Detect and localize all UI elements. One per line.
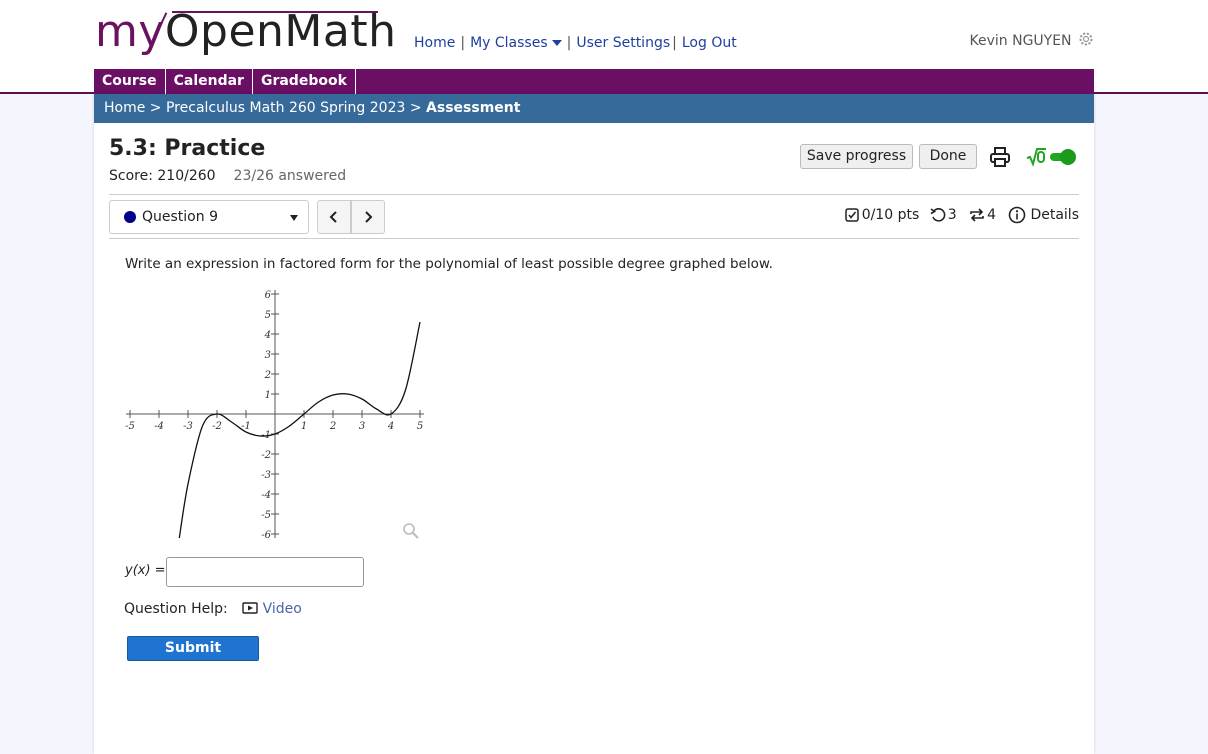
- y-tick-label: 2: [264, 370, 271, 381]
- x-tick-label: 4: [387, 421, 394, 432]
- site-logo[interactable]: myOpenMath: [95, 8, 397, 56]
- nav-separator: |: [460, 35, 466, 51]
- zoom-icon[interactable]: [403, 523, 419, 539]
- x-tick-label: -5: [125, 421, 135, 432]
- math-display-toggle[interactable]: [1026, 146, 1078, 172]
- score-text: Score: 210/260: [109, 168, 216, 184]
- chevron-right-icon: [365, 210, 373, 223]
- page-title: 5.3: Practice: [109, 136, 266, 161]
- breadcrumb-course[interactable]: Precalculus Math 260 Spring 2023: [166, 100, 405, 116]
- video-label: Video: [262, 601, 302, 617]
- x-tick-label: 2: [329, 421, 336, 432]
- answered-count: 23/26 answered: [233, 168, 347, 184]
- course-tabs: Course Calendar Gradebook: [94, 69, 1094, 94]
- top-navigation: Home | My Classes | User Settings | Log Out: [414, 35, 737, 51]
- save-progress-button[interactable]: Save progress: [800, 144, 913, 169]
- y-tick-label: -4: [261, 490, 271, 501]
- breadcrumb-home[interactable]: Home: [104, 100, 145, 116]
- y-tick-label: 1: [265, 390, 271, 401]
- polynomial-graph: -5 -4 -3 -2 -1 1 2 3 4 5 -6 -5 -4 -3 -2 -1 1 2 3 4 5 6: [120, 284, 430, 548]
- nav-my-classes-link[interactable]: My Classes: [470, 35, 562, 51]
- question-help-label: Question Help:: [124, 601, 228, 617]
- y-tick-label: -6: [261, 530, 271, 541]
- nav-user-settings-link[interactable]: User Settings: [576, 35, 670, 51]
- divider: [109, 194, 1079, 195]
- points-text: 0/10 pts: [861, 207, 920, 223]
- regens-count: 4: [987, 207, 996, 223]
- logo-openmath: OpenMath: [164, 6, 397, 57]
- previous-question-button[interactable]: [317, 200, 351, 234]
- answer-input[interactable]: [166, 557, 364, 587]
- video-icon: [242, 602, 258, 614]
- user-name: Kevin NGUYEN: [969, 33, 1072, 49]
- chevron-down-icon: [551, 40, 562, 46]
- x-tick-label: -2: [212, 421, 222, 432]
- retries-count: 3: [947, 207, 957, 223]
- done-button[interactable]: Done: [919, 144, 977, 169]
- nav-my-classes-label: My Classes: [470, 35, 548, 51]
- question-help: Question Help: Video: [124, 601, 302, 617]
- question-metrics: 0/10 pts 3 4 Details: [844, 206, 1079, 224]
- x-tick-label: 5: [417, 421, 423, 432]
- tab-course[interactable]: Course: [94, 69, 166, 94]
- details-label: Details: [1030, 207, 1079, 223]
- y-tick-label: 6: [265, 290, 272, 301]
- answer-label: y(x) =: [125, 563, 166, 578]
- question-text: Write an expression in factored form for…: [125, 256, 773, 272]
- y-tick-label: -3: [261, 470, 271, 481]
- question-selector-label: Question 9: [142, 209, 218, 225]
- tab-gradebook[interactable]: Gradebook: [253, 69, 356, 94]
- y-tick-label: -5: [261, 510, 271, 521]
- details-button[interactable]: Details: [1008, 206, 1079, 224]
- chevron-left-icon: [329, 210, 337, 223]
- logo-overline: [172, 11, 378, 13]
- nav-log-out-link[interactable]: Log Out: [682, 35, 737, 51]
- regen-icon: [970, 208, 984, 222]
- logo-my: my: [95, 6, 165, 57]
- chevron-down-icon: [290, 215, 298, 221]
- breadcrumb: Home > Precalculus Math 260 Spring 2023 …: [94, 94, 1094, 123]
- info-icon: [1009, 206, 1026, 224]
- question-selector[interactable]: Question 9: [109, 200, 309, 234]
- x-tick-label: -4: [154, 421, 164, 432]
- divider: [109, 238, 1079, 239]
- y-tick-label: 5: [265, 310, 271, 321]
- nav-separator: |: [566, 35, 572, 51]
- score-line: Score: 210/260 23/26 answered: [109, 168, 346, 184]
- breadcrumb-current: Assessment: [426, 100, 521, 116]
- question-status-dot: [124, 211, 136, 223]
- x-tick-label: 3: [359, 421, 365, 432]
- assessment-panel: Home > Precalculus Math 260 Spring 2023 …: [94, 94, 1094, 754]
- nav-home-link[interactable]: Home: [414, 35, 455, 51]
- next-question-button[interactable]: [351, 200, 385, 234]
- y-tick-label: 4: [264, 330, 271, 341]
- print-icon[interactable]: [989, 146, 1011, 172]
- x-tick-label: -3: [183, 421, 193, 432]
- gear-icon[interactable]: [1078, 31, 1094, 51]
- video-link[interactable]: Video: [242, 601, 302, 617]
- x-tick-label: 1: [301, 421, 307, 432]
- user-menu[interactable]: Kevin NGUYEN: [970, 31, 1095, 51]
- tab-calendar[interactable]: Calendar: [166, 69, 253, 94]
- y-tick-label: 3: [265, 350, 271, 361]
- y-tick-label: -2: [261, 450, 271, 461]
- retry-icon: [930, 208, 946, 222]
- nav-separator: |: [672, 35, 677, 51]
- checkbox-icon: [844, 208, 859, 222]
- submit-question-button[interactable]: Submit Question: [127, 636, 259, 679]
